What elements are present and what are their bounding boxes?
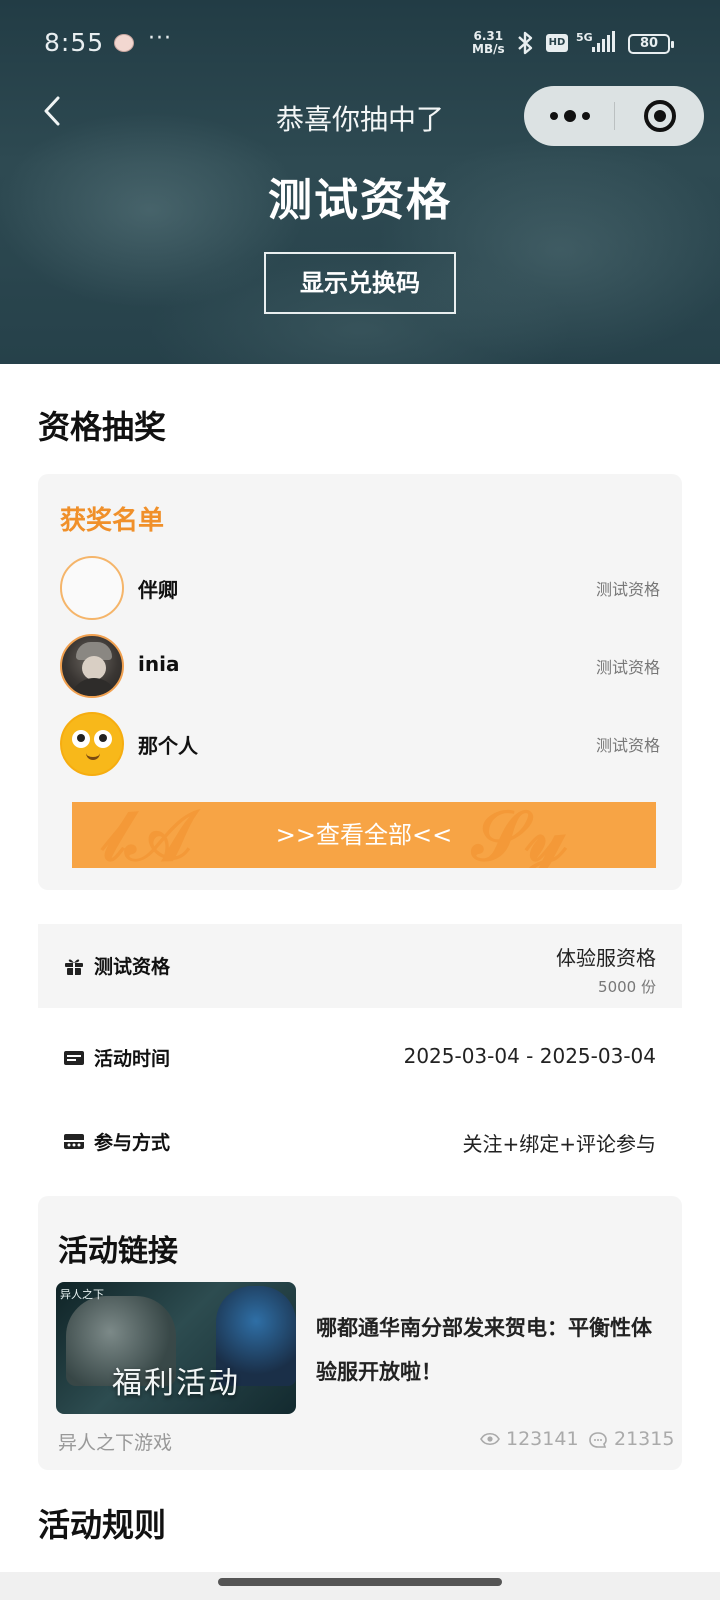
view-all-label: >>查看全部<< (275, 821, 453, 849)
signal-5g-icon: 5G (576, 31, 615, 52)
card-icon (64, 1051, 84, 1065)
winner-row[interactable]: inia 测试资格 (60, 634, 660, 700)
comment-count-value: 21315 (614, 1428, 675, 1450)
decorative-brush-art: 𝒮𝓎 (472, 802, 567, 868)
prize-quantity: 5000 份 (598, 978, 656, 996)
winner-row[interactable]: 伴卿 测试资格 (60, 556, 660, 622)
status-bar: 8:55 ··· 6.31 MB/s HD 5G 80 (0, 0, 720, 88)
avatar-face (82, 656, 106, 680)
avatar-eye (72, 730, 90, 748)
avatar-pupil (77, 734, 85, 742)
method-value: 关注+绑定+评论参与 (462, 1132, 656, 1156)
thumbnail-logo-text: 异人之下 (60, 1288, 104, 1301)
thumbnail-caption: 福利活动 (112, 1366, 240, 1401)
winner-name: 伴卿 (138, 578, 178, 602)
article-title: 哪都通华南分部发来贺电：平衡性体验服开放啦！ (316, 1316, 652, 1384)
prize-title: 测试资格 (268, 175, 452, 226)
view-count-value: 123141 (506, 1428, 579, 1450)
bluetooth-icon (518, 31, 533, 55)
network-speed-unit: MB/s (472, 42, 505, 56)
notification-app-icon (114, 34, 134, 52)
winner-prize: 测试资格 (595, 658, 660, 677)
view-all-winners-button[interactable]: 𝓁𝒜 𝒮𝓎 >>查看全部<< (72, 802, 656, 868)
network-type: 5G (576, 31, 593, 44)
eye-icon (480, 1432, 500, 1446)
article-source: 异人之下游戏 (58, 1432, 173, 1454)
winner-name: 那个人 (138, 734, 198, 758)
winner-prize: 测试资格 (595, 580, 660, 599)
avatar-smile (86, 752, 100, 760)
section-title-rules: 活动规则 (38, 1506, 167, 1544)
battery-icon: 80 (628, 34, 674, 54)
avatar-pupil (99, 734, 107, 742)
section-title-lottery: 资格抽奖 (38, 408, 167, 446)
avatar (60, 712, 124, 776)
time-value: 2025-03-04 - 2025-03-04 (403, 1044, 656, 1068)
hd-voice-icon: HD (546, 34, 568, 52)
time-label: 活动时间 (94, 1048, 171, 1070)
winners-card: 获奖名单 伴卿 测试资格 inia 测试资格 那个人 测试资格 𝓁𝒜 𝒮𝓎 >>… (38, 474, 682, 890)
avatar-eye (94, 730, 112, 748)
comment-icon (589, 1432, 607, 1448)
more-notifications-icon: ··· (148, 26, 172, 51)
show-redeem-code-button[interactable]: 显示兑换码 (264, 252, 456, 314)
avatar (60, 634, 124, 698)
method-label: 参与方式 (94, 1132, 171, 1154)
activity-link-card[interactable]: 活动链接 异人之下 福利活动 哪都通华南分部发来贺电：平衡性体验服开放啦！ 异人… (38, 1196, 682, 1470)
winner-name: inia (138, 652, 180, 676)
winners-heading: 获奖名单 (60, 506, 165, 536)
congrats-text: 恭喜你抽中了 (275, 103, 444, 136)
prize-label: 测试资格 (94, 956, 171, 978)
time-info-row: 活动时间 2025-03-04 - 2025-03-04 (38, 1016, 682, 1100)
system-navigation-bar (0, 1572, 720, 1600)
status-time: 8:55 (44, 28, 105, 57)
avatar-body (70, 678, 118, 696)
prize-info-row: 测试资格 体验服资格 5000 份 (38, 924, 682, 1008)
prize-value: 体验服资格 (556, 946, 656, 970)
decorative-brush-art: 𝓁𝒜 (102, 802, 192, 868)
network-speed: 6.31 MB/s (472, 30, 505, 56)
avatar (60, 556, 124, 620)
article-thumbnail: 异人之下 福利活动 (56, 1282, 296, 1414)
method-info-row: 参与方式 关注+绑定+评论参与 (38, 1102, 682, 1186)
winner-row[interactable]: 那个人 测试资格 (60, 712, 660, 778)
header-banner: 8:55 ··· 6.31 MB/s HD 5G 80 恭喜你抽中了 测试资格 … (0, 0, 720, 364)
home-indicator[interactable] (218, 1578, 502, 1586)
gift-icon (65, 959, 83, 975)
store-icon (64, 1134, 84, 1149)
links-heading: 活动链接 (58, 1234, 178, 1269)
winner-prize: 测试资格 (595, 736, 660, 755)
